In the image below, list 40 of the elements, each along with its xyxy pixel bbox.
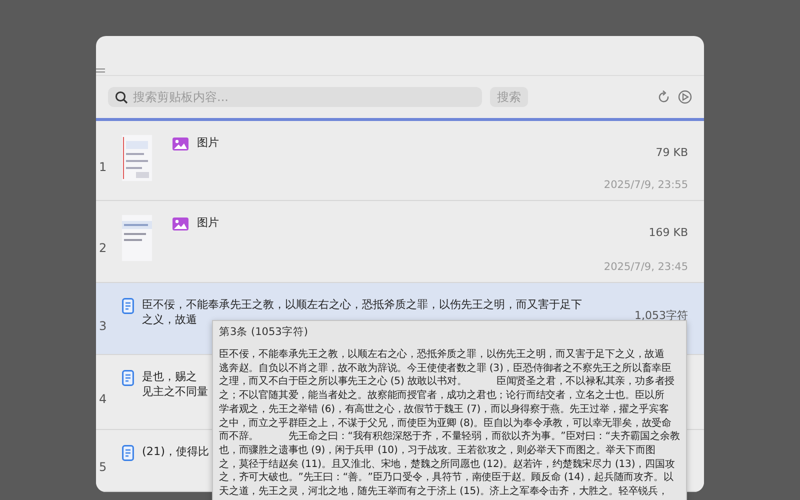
tooltip-text: 之，齐可大破也。”先王曰：“善。”臣乃口受令，具符节，南使臣于赵。顾反命 (14)，起兵随而攻齐。以 [219,471,674,486]
item-text: 是也，赐之 [142,369,198,384]
search-field[interactable]: 搜索剪贴板内容... [108,87,482,108]
item-text: 之义，故遁 [142,312,198,328]
search-icon [115,91,128,104]
tooltip-text: 之；不以官随其爱，能当者处之。故察能而授官者，成功之君也；论行而结交者，立名之士也。臣以所 [219,389,666,403]
item-text: 图片 [197,214,219,230]
document-icon [122,370,134,386]
item-number: 2 [99,241,107,256]
tooltip-text: 也，而骤胜之遗事也 (9)，闲于兵甲 (10)，习于战攻。王若欲攻之，则必举天下而图之。举天下而图 [219,444,656,458]
item-number: 5 [99,460,107,474]
tooltip-text: 学者观之，先王之举错 (6)，有高世之心，故假节于魏王 (7)，而以身得察于燕。先王过举，擢之乎宾客 [219,402,670,417]
item-time: 2025/7/9, 23:55 [604,178,688,190]
document-icon [122,298,134,314]
item-text: 图片 [197,134,219,150]
tooltip-text: 天之道，先王之灵，河北之地，随先王举而有之于济上 (15)。济上之军奉令击齐，大胜之。轻卒锐兵， [219,485,669,499]
menu-icon[interactable] [96,68,105,74]
item-text: (21)，使得比 [142,444,209,459]
tooltip-text: 逃奔赵。自负以不肖之罪，故不敢为辞说。今王使使者数之罪 (3)，臣恐侍御者之不察先王之所以畜幸臣 [219,362,673,376]
item-number: 4 [99,392,107,406]
document-icon [122,444,134,461]
item-text: 臣不佞，不能奉承先王之教，以顺左右之心，恐抵斧质之罪，以伤先王之明，而又害于足下 [142,297,582,312]
clipboard-item[interactable]: 1 图片 79 KB 2025/7/9, 23:55 [96,120,704,200]
tooltip-text: 之理，而又不白于臣之所以事先王之心 (5) 故敢以书对。 臣闻贤圣之君，不以禄私其亲，功多者授 [219,375,676,390]
item-size: 1,053字符 [634,308,688,324]
item-time: 2025/7/9, 23:45 [604,261,688,274]
tooltip-text: 而不辞。 先王命之曰：“我有积怨深怒于齐，不量轻弱，而欲以齐为事。”臣对曰：“夫齐霸国之余教 [219,430,680,444]
refresh-icon[interactable] [658,90,670,104]
tooltip-title: 第3条 (1053字符) [219,325,309,339]
image-icon [172,136,189,151]
item-number: 1 [99,160,107,174]
item-number: 3 [99,318,107,333]
image-icon [172,216,189,230]
play-circle-icon[interactable] [678,90,692,104]
tooltip-text: 之中，而立之乎群臣之上，不谋于父兄，而使臣为亚卿 (8)。臣自以为奉令承教，可以幸无罪矣，故受命 [219,416,673,430]
tooltip-text: 之，莫径于结赵矣 (11)。且又淮北、宋地，楚魏之所同愿也 (12)。赵若许，约楚魏宋尽力 (13)，四国攻 [219,458,676,472]
item-size: 169 KB [648,226,688,238]
item-text: 见主之不同量 [142,384,208,400]
item-size: 79 KB [656,146,688,159]
clipboard-item[interactable]: 2 图片 169 KB 2025/7/9, 23:45 [96,200,704,284]
